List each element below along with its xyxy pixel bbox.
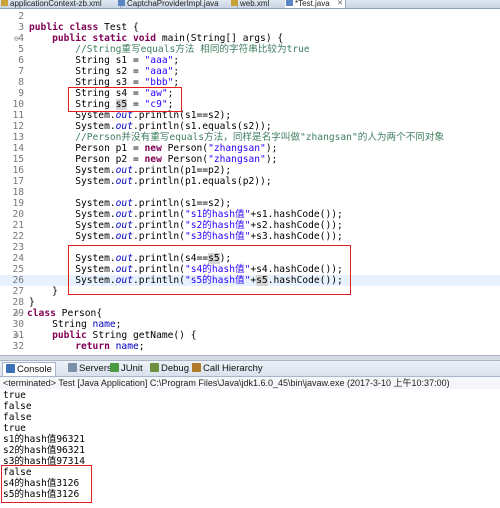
code-line: 17 System.out.println(p1.equals(p2)); bbox=[12, 176, 272, 187]
code-line: 20 System.out.println("s1的hash值"+s1.hash… bbox=[12, 209, 343, 220]
code-line: 29 ⊖ class Person{ bbox=[12, 308, 103, 319]
console-line: true bbox=[3, 390, 26, 401]
console-line: s5的hash值3126 bbox=[3, 489, 80, 500]
fold-toggle-icon[interactable]: ⊖ bbox=[14, 308, 22, 319]
code-line: 18 bbox=[12, 187, 24, 198]
tab-applicationcontext-zb[interactable]: applicationContext-zb.xml bbox=[0, 0, 121, 8]
tab-call-hierarchy[interactable]: Call Hierarchy bbox=[192, 362, 263, 375]
tab-test-java[interactable]: *Test.java ✕ bbox=[285, 0, 346, 8]
code-line: 16 System.out.println(p1==p2); bbox=[12, 165, 232, 176]
console-line: false bbox=[3, 401, 32, 412]
code-line: 32 return name; bbox=[12, 341, 145, 352]
code-line: 24 System.out.println(s4==s5); bbox=[12, 253, 232, 264]
code-line: 5 //String重写equals方法 相同的字符串比较为true bbox=[18, 44, 310, 55]
tab-captcha-provider-impl[interactable]: CaptchaProviderImpl.java bbox=[117, 0, 238, 8]
xml-file-icon bbox=[1, 0, 8, 6]
code-line: 31 ⊖ public String getName() { bbox=[12, 330, 197, 341]
console-line: true bbox=[3, 423, 26, 434]
code-line: 11 System.out.println(s1==s2); bbox=[12, 110, 232, 121]
code-line: 28} bbox=[12, 297, 35, 308]
code-line: 3 public class Test { bbox=[18, 22, 139, 33]
junit-icon bbox=[110, 363, 119, 372]
code-line: 6 String s1 = "aaa"; bbox=[18, 55, 180, 66]
console-line: false bbox=[3, 412, 32, 423]
code-line: 7 String s2 = "aaa"; bbox=[18, 66, 180, 77]
tab-web-xml[interactable]: web.xml bbox=[230, 0, 291, 8]
editor-tab-bar: applicationContext-zb.xml CaptchaProvide… bbox=[0, 0, 500, 9]
code-line: 14 Person p1 = new Person("zhangsan"); bbox=[12, 143, 278, 154]
console-tab-bar: Console Servers JUnit Debug Call Hierarc… bbox=[0, 361, 500, 377]
code-line: 15 Person p2 = new Person("zhangsan"); bbox=[12, 154, 278, 165]
code-line-current: 26 System.out.println("s5的hash值"+s5.hash… bbox=[0, 275, 500, 286]
debug-icon bbox=[150, 363, 159, 372]
xml-file-icon bbox=[231, 0, 238, 6]
code-line: 8 String s3 = "bbb"; bbox=[18, 77, 180, 88]
console-status-line: <terminated> Test [Java Application] C:\… bbox=[0, 377, 500, 389]
tab-debug[interactable]: Debug bbox=[150, 362, 189, 375]
code-line: 12 System.out.println(s1.equals(s2)); bbox=[12, 121, 272, 132]
close-icon[interactable]: ✕ bbox=[337, 0, 343, 7]
console-line: s3的hash值97314 bbox=[3, 456, 85, 467]
code-line: 9 String s4 = "aw"; bbox=[18, 88, 174, 99]
code-line: 27 } bbox=[12, 286, 58, 297]
tab-servers[interactable]: Servers bbox=[68, 362, 112, 375]
code-line: 22 System.out.println("s3的hash值"+s3.hash… bbox=[12, 231, 343, 242]
code-editor[interactable]: 2 3 public class Test { 4 ⊖ public static … bbox=[0, 9, 500, 355]
code-line: 21 System.out.println("s2的hash值"+s2.hash… bbox=[12, 220, 343, 231]
code-line: 30 String name; bbox=[12, 319, 122, 330]
tab-junit[interactable]: JUnit bbox=[110, 362, 143, 375]
console-line: false bbox=[3, 467, 32, 478]
code-line: 4 ⊖ public static void main(String[] args… bbox=[14, 33, 284, 44]
code-line: 10 String s5 = "c9"; bbox=[12, 99, 174, 110]
console-line: s4的hash值3126 bbox=[3, 478, 80, 489]
code-line: 23 bbox=[12, 242, 24, 253]
java-file-icon bbox=[286, 0, 293, 6]
code-line: 19 System.out.println(s1==s2); bbox=[12, 198, 232, 209]
code-line: 13 //Person并没有重写equals方法，同样是名字叫做"zhangsa… bbox=[12, 132, 445, 143]
java-file-icon bbox=[118, 0, 125, 6]
code-line: 2 bbox=[18, 11, 24, 22]
code-line: 25 System.out.println("s4的hash值"+s4.hash… bbox=[12, 264, 343, 275]
console-line: s2的hash值96321 bbox=[3, 445, 85, 456]
console-icon bbox=[6, 364, 15, 373]
console-output[interactable]: true false false true s1的hash值96321 s2的h… bbox=[0, 390, 500, 508]
fold-toggle-icon[interactable]: ⊖ bbox=[14, 330, 22, 341]
call-hierarchy-icon bbox=[192, 363, 201, 372]
console-line: s1的hash值96321 bbox=[3, 434, 85, 445]
servers-icon bbox=[68, 363, 77, 372]
tab-console[interactable]: Console bbox=[2, 362, 56, 376]
keyword: public class bbox=[29, 22, 99, 33]
fold-toggle-icon[interactable]: ⊖ bbox=[14, 33, 22, 44]
